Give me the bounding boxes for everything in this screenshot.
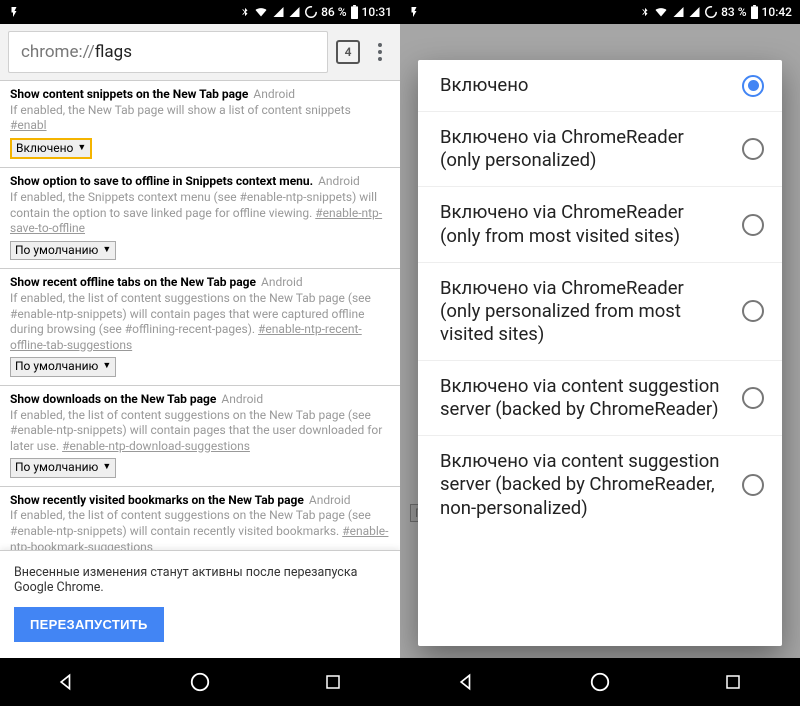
flag-dropdown-value: По умолчанию: [15, 243, 98, 259]
flag-title: Show recently visited bookmarks on the N…: [10, 493, 304, 507]
phone-left: 86 % 10:31 chrome://flags 4 Show content…: [0, 0, 400, 706]
flag-description: If enabled, the New Tab page will show a…: [10, 103, 351, 117]
recents-button[interactable]: [313, 662, 353, 702]
nav-bar: [400, 658, 800, 706]
flag-platform: Android: [221, 392, 263, 406]
flag-dropdown[interactable]: По умолчанию ▼: [10, 458, 116, 478]
radio-button-icon: [742, 138, 764, 160]
radio-label: Включено: [440, 74, 728, 97]
flag-hash-link[interactable]: #enable-ntp-download-suggestions: [62, 439, 250, 453]
overflow-menu-button[interactable]: [368, 39, 392, 65]
flag-dropdown[interactable]: По умолчанию ▼: [10, 241, 116, 261]
flag-dropdown-value: Включено: [16, 141, 73, 157]
battery-icon: [350, 5, 359, 19]
home-button[interactable]: [580, 662, 620, 702]
flag-description: If enabled, the list of content suggesti…: [10, 508, 371, 538]
tab-switcher-button[interactable]: 4: [336, 40, 360, 64]
signal-icon: [288, 6, 301, 18]
flag-item: Show content snippets on the New Tab pag…: [0, 80, 400, 168]
flags-list[interactable]: Show content snippets on the New Tab pag…: [0, 80, 400, 550]
wifi-icon: [653, 6, 669, 18]
status-bar: 83 % 10:42: [400, 0, 800, 24]
relaunch-message: Внесенные изменения станут активны после…: [14, 565, 386, 595]
flag-dropdown[interactable]: Включено ▼: [10, 138, 92, 160]
relaunch-button[interactable]: ПЕРЕЗАПУСТИТЬ: [14, 607, 164, 642]
radio-button-icon: [742, 387, 764, 409]
battery-icon: [750, 5, 759, 19]
radio-label: Включено via ChromeReader (only from mos…: [440, 201, 728, 247]
relaunch-bar: Внесенные изменения станут активны после…: [0, 550, 400, 658]
radio-label: Включено via content suggestion server (…: [440, 375, 728, 421]
signal-icon: [688, 6, 701, 18]
loading-icon: [704, 5, 718, 19]
radio-button-icon: [742, 474, 764, 496]
radio-option[interactable]: Включено: [418, 60, 782, 112]
phone-right: 83 % 10:42 По умолчанию▼ ВключеноВключен…: [400, 0, 800, 706]
radio-option[interactable]: Включено via content suggestion server (…: [418, 436, 782, 533]
flag-dropdown-value: По умолчанию: [15, 359, 98, 375]
clock-time: 10:42: [762, 5, 792, 19]
back-button[interactable]: [447, 662, 487, 702]
radio-option[interactable]: Включено via ChromeReader (only personal…: [418, 112, 782, 187]
options-dialog: Включено Включено via ChromeReader (only …: [418, 60, 782, 646]
battery-percent: 86 %: [321, 5, 346, 19]
omnibox[interactable]: chrome://flags: [8, 31, 328, 73]
flash-icon: [408, 5, 420, 19]
nav-bar: [0, 658, 400, 706]
wifi-icon: [253, 6, 269, 18]
flag-item: Show downloads on the New Tab page Andro…: [0, 386, 400, 487]
signal-icon: [272, 6, 285, 18]
omnibox-prefix: chrome://: [21, 42, 95, 62]
radio-button-icon: [742, 214, 764, 236]
chevron-down-icon: ▼: [102, 245, 111, 257]
radio-option[interactable]: Включено via ChromeReader (only personal…: [418, 263, 782, 361]
radio-button-icon: [742, 75, 764, 97]
chrome-toolbar: chrome://flags 4: [0, 24, 400, 80]
tab-count: 4: [345, 45, 352, 59]
back-button[interactable]: [47, 662, 87, 702]
status-bar: 86 % 10:31: [0, 0, 400, 24]
chevron-down-icon: ▼: [102, 462, 111, 474]
flag-platform: Android: [318, 174, 360, 188]
signal-icon: [672, 6, 685, 18]
flag-dropdown[interactable]: По умолчанию ▼: [10, 357, 116, 377]
home-button[interactable]: [180, 662, 220, 702]
flag-title: Show downloads on the New Tab page: [10, 392, 216, 406]
clock-time: 10:31: [362, 5, 392, 19]
flag-hash-link[interactable]: #enabl: [10, 118, 47, 132]
radio-option[interactable]: Включено via ChromeReader (only from mos…: [418, 187, 782, 262]
flag-platform: Android: [253, 87, 295, 101]
flag-item: Show option to save to offline in Snippe…: [0, 168, 400, 269]
flash-icon: [8, 5, 20, 19]
battery-percent: 83 %: [721, 5, 746, 19]
radio-button-icon: [742, 300, 764, 322]
flag-item: Show recently visited bookmarks on the N…: [0, 487, 400, 550]
radio-label: Включено via ChromeReader (only personal…: [440, 277, 728, 346]
loading-icon: [304, 5, 318, 19]
flag-title: Show recent offline tabs on the New Tab …: [10, 275, 256, 289]
flag-title: Show content snippets on the New Tab pag…: [10, 87, 248, 101]
flag-item: Show recent offline tabs on the New Tab …: [0, 269, 400, 386]
chevron-down-icon: ▼: [102, 361, 111, 373]
flag-dropdown-value: По умолчанию: [15, 460, 98, 476]
flag-title: Show option to save to offline in Snippe…: [10, 174, 313, 188]
radio-label: Включено via content suggestion server (…: [440, 450, 728, 519]
chevron-down-icon: ▼: [77, 143, 86, 155]
omnibox-path: flags: [95, 42, 132, 62]
recents-button[interactable]: [713, 662, 753, 702]
bluetooth-icon: [240, 5, 250, 19]
radio-label: Включено via ChromeReader (only personal…: [440, 126, 728, 172]
flag-platform: Android: [309, 493, 351, 507]
flag-platform: Android: [261, 275, 303, 289]
radio-option[interactable]: Включено via content suggestion server (…: [418, 361, 782, 436]
bluetooth-icon: [640, 5, 650, 19]
